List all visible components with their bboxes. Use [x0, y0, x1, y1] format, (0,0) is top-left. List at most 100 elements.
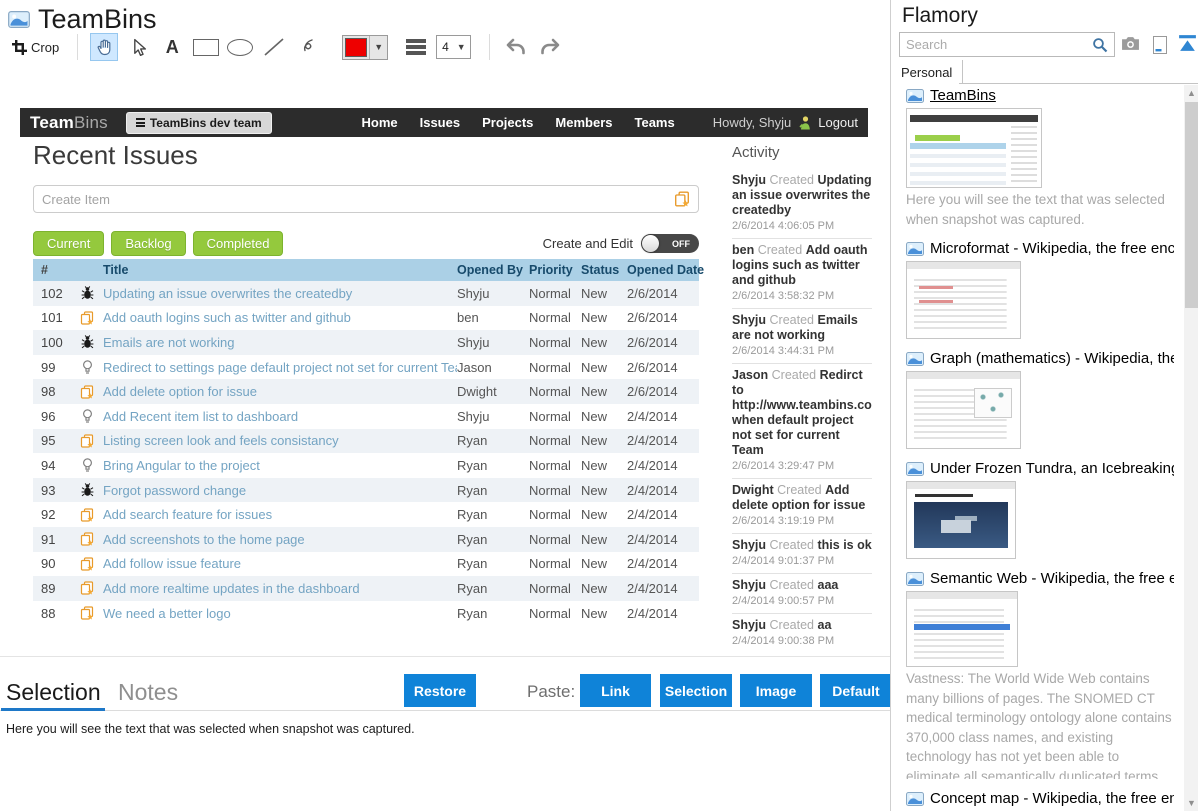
issue-title-link: Add Recent item list to dashboard — [103, 409, 457, 424]
search-box[interactable] — [899, 32, 1115, 57]
snapshot-title[interactable]: Concept map - Wikipedia, the free encycl… — [930, 790, 1174, 807]
paste-link-button[interactable]: Link — [580, 674, 651, 707]
teambins-logo: TeamBins — [30, 113, 108, 133]
snapshot-item[interactable]: Graph (mathematics) - Wikipedia, the fre… — [906, 350, 1174, 449]
issue-status: New — [581, 507, 627, 522]
line-width-icon — [406, 39, 426, 55]
issue-title-link: Listing screen look and feels consistanc… — [103, 433, 457, 448]
issue-status: New — [581, 409, 627, 424]
issue-type-icon — [71, 409, 103, 424]
size-dropdown-caret-icon: ▼ — [453, 36, 470, 58]
issue-row: 93 Forgot password change Ryan Normal Ne… — [33, 478, 699, 503]
tab-row-line — [959, 83, 1198, 84]
scrollbar-up-icon[interactable]: ▲ — [1184, 85, 1198, 101]
snapshot-item[interactable]: Under Frozen Tundra, an Icebreaking Ship… — [906, 460, 1174, 559]
issue-title-link: Updating an issue overwrites the created… — [103, 286, 457, 301]
activity-action: Created — [770, 313, 814, 327]
activity-text: aaa — [818, 578, 839, 592]
issue-priority: Normal — [529, 310, 581, 325]
snapshot-item[interactable]: Semantic Web - Wikipedia, the free encyc… — [906, 570, 1174, 779]
activity-user: Shyju — [732, 538, 766, 552]
select-tool-button[interactable] — [124, 33, 152, 61]
issue-type-icon — [71, 385, 103, 399]
snapshot-caption: Here you will see the text that was sele… — [906, 190, 1174, 229]
snapshot-thumbnail[interactable] — [906, 481, 1016, 559]
bottom-panel-divider — [0, 656, 890, 657]
new-note-button[interactable] — [1153, 36, 1167, 54]
snapshot-title[interactable]: Graph (mathematics) - Wikipedia, the fre… — [930, 350, 1174, 367]
activity-action: Created — [770, 578, 814, 592]
issue-opened-date: 2/6/2014 — [627, 384, 699, 399]
issue-opened-by: Jason — [457, 360, 529, 375]
issue-priority: Normal — [529, 581, 581, 596]
redo-button[interactable] — [536, 33, 564, 61]
paste-default-button[interactable]: Default — [820, 674, 892, 707]
color-picker[interactable]: ▼ — [342, 35, 388, 60]
snapshot-title[interactable]: Microformat - Wikipedia, the free encycl… — [930, 240, 1174, 257]
issue-id: 89 — [33, 581, 71, 596]
snapshot-thumbnail[interactable] — [906, 591, 1018, 667]
issue-id: 99 — [33, 360, 71, 375]
issue-opened-by: Ryan — [457, 532, 529, 547]
issue-opened-by: Ryan — [457, 483, 529, 498]
snapshot-page-icon — [906, 89, 924, 103]
issue-priority: Normal — [529, 606, 581, 621]
freehand-tool-button[interactable] — [294, 33, 322, 61]
ellipse-tool-button[interactable] — [226, 33, 254, 61]
stroke-size-dropdown[interactable]: 4 ▼ — [436, 35, 471, 59]
restore-button[interactable]: Restore — [404, 674, 476, 707]
snapshot-preview[interactable]: TeamBins TeamBins dev team HomeIssuesPro… — [20, 100, 868, 648]
snapshot-thumbnail[interactable] — [906, 371, 1021, 449]
scrollbar-thumb[interactable] — [1185, 102, 1198, 308]
line-width-button[interactable] — [402, 33, 430, 61]
snapshot-item[interactable]: Microformat - Wikipedia, the free encycl… — [906, 240, 1174, 339]
text-tool-button[interactable]: A — [158, 33, 186, 61]
panel-scrollbar[interactable]: ▲ ▼ — [1184, 85, 1198, 811]
issue-opened-date: 2/4/2014 — [627, 433, 699, 448]
line-tool-button[interactable] — [260, 33, 288, 61]
search-input[interactable] — [906, 37, 1092, 52]
issue-title-link: Add follow issue feature — [103, 556, 457, 571]
paste-image-button[interactable]: Image — [740, 674, 812, 707]
undo-button[interactable] — [502, 33, 530, 61]
issue-row: 91 Add screenshots to the home page Ryan… — [33, 527, 699, 552]
tab-selection[interactable]: Selection — [6, 679, 101, 706]
scrollbar-down-icon[interactable]: ▼ — [1184, 795, 1198, 811]
issue-title-link: Forgot password change — [103, 483, 457, 498]
collapse-panel-button[interactable] — [1177, 34, 1198, 52]
issue-title-link: Add more realtime updates in the dashboa… — [103, 581, 457, 596]
search-icon[interactable] — [1092, 37, 1108, 53]
crop-button[interactable]: Crop — [6, 33, 65, 61]
snapshot-title[interactable]: Semantic Web - Wikipedia, the free encyc… — [930, 570, 1174, 587]
rectangle-tool-button[interactable] — [192, 33, 220, 61]
color-dropdown-caret-icon[interactable]: ▼ — [369, 36, 387, 59]
toolbar-separator — [489, 34, 490, 60]
team-selector-button: TeamBins dev team — [126, 112, 272, 134]
issue-status: New — [581, 458, 627, 473]
issue-opened-date: 2/4/2014 — [627, 556, 699, 571]
issue-id: 95 — [33, 433, 71, 448]
team-list-icon — [136, 118, 145, 127]
issue-row: 100 Emails are not working Shyju Normal … — [33, 330, 699, 355]
hand-tool-button[interactable] — [90, 33, 118, 61]
activity-item: Shyju Created aa 2/4/2014 9:00:38 PM — [732, 614, 872, 648]
filter-button: Current — [33, 231, 104, 256]
snapshot-item[interactable]: TeamBins Here you will see the text that… — [906, 87, 1174, 229]
snapshot-title[interactable]: Under Frozen Tundra, an Icebreaking Ship… — [930, 460, 1174, 477]
issue-status: New — [581, 360, 627, 375]
toolbar-separator — [77, 34, 78, 60]
toggle-knob — [642, 235, 659, 252]
selection-text: Here you will see the text that was sele… — [6, 722, 415, 736]
paste-selection-button[interactable]: Selection — [660, 674, 732, 707]
tab-personal[interactable]: Personal — [899, 60, 963, 84]
activity-action: Created — [770, 173, 814, 187]
issue-opened-by: Shyju — [457, 409, 529, 424]
snapshot-thumbnail[interactable] — [906, 108, 1042, 188]
snapshot-title[interactable]: TeamBins — [930, 87, 996, 104]
snapshot-thumbnail[interactable] — [906, 261, 1021, 339]
capture-screenshot-button[interactable] — [1121, 36, 1140, 51]
create-and-edit-control: Create and Edit OFF — [543, 234, 699, 253]
tab-notes[interactable]: Notes — [118, 679, 178, 706]
activity-date: 2/4/2014 9:01:37 PM — [732, 555, 872, 568]
snapshot-item[interactable]: Concept map - Wikipedia, the free encycl… — [906, 790, 1174, 811]
